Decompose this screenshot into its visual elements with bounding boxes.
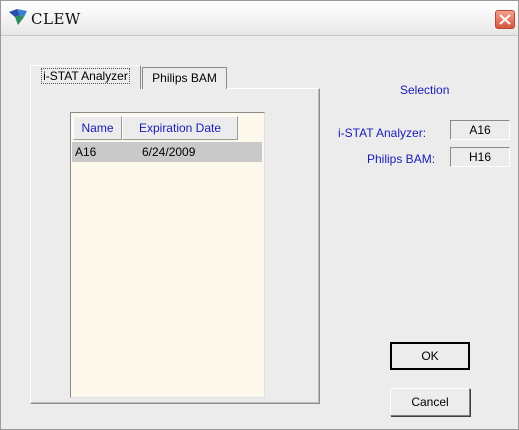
cartridge-list[interactable]: Name Expiration Date A16 6/24/2009 [70, 112, 265, 398]
window-title: CLEW [31, 10, 81, 28]
philips-bam-label: Philips BAM: [367, 152, 436, 166]
istat-analyzer-value: A16 [450, 120, 510, 140]
ok-button[interactable]: OK [390, 342, 470, 370]
selection-heading: Selection [400, 83, 450, 97]
tab-philips-bam[interactable]: Philips BAM [142, 67, 227, 89]
cell-name: A16 [75, 145, 97, 159]
cell-expiration-date: 6/24/2009 [142, 145, 196, 159]
tab-istat-analyzer[interactable]: i-STAT Analyzer [30, 65, 141, 89]
cancel-button[interactable]: Cancel [390, 388, 470, 416]
title-bar[interactable]: CLEW [1, 1, 518, 36]
istat-analyzer-label: i-STAT Analyzer: [338, 126, 427, 140]
column-header-expiration-date[interactable]: Expiration Date [122, 116, 238, 140]
close-icon [499, 14, 511, 25]
list-row[interactable]: A16 6/24/2009 [72, 142, 262, 162]
clew-dialog: CLEW i-STAT Analyzer Philips BAM Name Ex… [0, 0, 519, 430]
tab-istat-label: i-STAT Analyzer [41, 68, 130, 84]
philips-bam-value: H16 [450, 147, 510, 167]
tab-philips-label: Philips BAM [152, 71, 217, 85]
app-logo-icon [7, 8, 29, 26]
close-button[interactable] [495, 10, 515, 29]
column-header-name[interactable]: Name [73, 116, 122, 140]
